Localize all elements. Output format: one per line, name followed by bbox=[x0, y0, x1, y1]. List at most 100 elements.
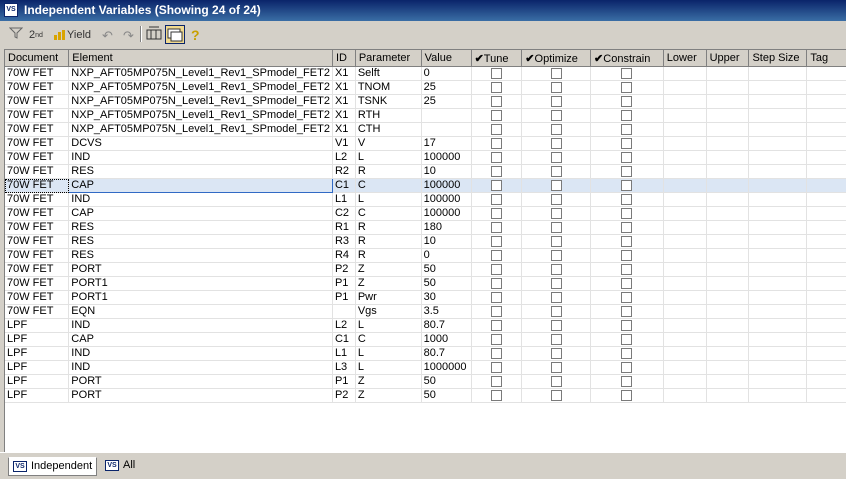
cell-value[interactable]: 80.7 bbox=[421, 318, 472, 333]
cell-document[interactable]: 70W FET bbox=[5, 122, 70, 137]
optimize-checkbox[interactable] bbox=[550, 264, 562, 275]
constrain-checkbox[interactable] bbox=[621, 390, 633, 401]
cell-id[interactable]: P2 bbox=[332, 262, 356, 277]
cell-parameter[interactable]: R bbox=[355, 248, 422, 263]
table-row[interactable]: 70W FET RES R2 R 10 bbox=[5, 164, 846, 179]
cell-step-size[interactable] bbox=[748, 80, 808, 95]
cell-tag[interactable] bbox=[806, 346, 846, 361]
tune-checkbox[interactable] bbox=[490, 68, 502, 79]
cell-lower[interactable] bbox=[663, 178, 707, 193]
cell-id[interactable]: P1 bbox=[332, 276, 356, 291]
cell-element[interactable]: NXP_AFT05MP075N_Level1_Rev1_SPmodel_FET2 bbox=[68, 94, 333, 109]
constrain-checkbox[interactable] bbox=[621, 292, 633, 303]
cell-value[interactable]: 10 bbox=[421, 164, 472, 179]
cell-value[interactable]: 0 bbox=[421, 248, 472, 263]
cell-id[interactable]: X1 bbox=[332, 80, 356, 95]
cell-lower[interactable] bbox=[663, 332, 707, 347]
cell-upper[interactable] bbox=[706, 178, 750, 193]
tune-checkbox[interactable] bbox=[490, 138, 502, 149]
cell-lower[interactable] bbox=[663, 290, 707, 305]
cell-lower[interactable] bbox=[663, 304, 707, 319]
cell-value[interactable]: 100000 bbox=[421, 150, 472, 165]
cell-value[interactable]: 17 bbox=[421, 136, 472, 151]
cell-value[interactable]: 100000 bbox=[421, 192, 472, 207]
table-row[interactable]: 70W FET NXP_AFT05MP075N_Level1_Rev1_SPmod… bbox=[5, 80, 846, 95]
cell-tag[interactable] bbox=[806, 276, 846, 291]
cell-step-size[interactable] bbox=[748, 66, 808, 81]
tune-checkbox[interactable] bbox=[490, 250, 502, 261]
cell-element[interactable]: PORT bbox=[68, 388, 333, 403]
col-id[interactable]: ID bbox=[332, 50, 356, 67]
cell-step-size[interactable] bbox=[748, 374, 808, 389]
cell-step-size[interactable] bbox=[748, 304, 808, 319]
tune-checkbox[interactable] bbox=[490, 82, 502, 93]
cell-id[interactable]: X1 bbox=[332, 108, 356, 123]
cell-step-size[interactable] bbox=[748, 122, 808, 137]
table-row[interactable]: LPF IND L2 L 80.7 bbox=[5, 318, 846, 333]
cell-parameter[interactable]: Z bbox=[355, 374, 422, 389]
cell-element[interactable]: PORT1 bbox=[68, 276, 333, 291]
table-row[interactable]: 70W FET PORT1 P1 Z 50 bbox=[5, 276, 846, 291]
cell-tag[interactable] bbox=[806, 234, 846, 249]
cell-upper[interactable] bbox=[706, 374, 750, 389]
table-row[interactable]: 70W FET RES R3 R 10 bbox=[5, 234, 846, 249]
constrain-checkbox[interactable] bbox=[621, 138, 633, 149]
cell-value[interactable]: 50 bbox=[421, 276, 472, 291]
cell-value[interactable]: 100000 bbox=[421, 206, 472, 221]
cell-element[interactable]: EQN bbox=[68, 304, 333, 319]
cell-id[interactable] bbox=[332, 304, 356, 319]
cell-id[interactable]: L2 bbox=[332, 150, 356, 165]
cell-tag[interactable] bbox=[806, 206, 846, 221]
cell-tag[interactable] bbox=[806, 108, 846, 123]
yield-button[interactable]: Yield bbox=[52, 25, 92, 46]
cell-element[interactable]: DCVS bbox=[68, 136, 333, 151]
cell-value[interactable]: 25 bbox=[421, 80, 472, 95]
cell-step-size[interactable] bbox=[748, 318, 808, 333]
table-row[interactable]: 70W FET PORT P2 Z 50 bbox=[5, 262, 846, 277]
cell-document[interactable]: 70W FET bbox=[5, 136, 70, 151]
cell-upper[interactable] bbox=[706, 346, 750, 361]
tune-checkbox[interactable] bbox=[490, 208, 502, 219]
cell-step-size[interactable] bbox=[748, 192, 808, 207]
cell-document[interactable]: 70W FET bbox=[5, 94, 70, 109]
view-icon[interactable] bbox=[165, 25, 185, 44]
cell-parameter[interactable]: Z bbox=[355, 276, 422, 291]
cell-tag[interactable] bbox=[806, 374, 846, 389]
cell-tag[interactable] bbox=[806, 192, 846, 207]
cell-lower[interactable] bbox=[663, 136, 707, 151]
constrain-checkbox[interactable] bbox=[621, 348, 633, 359]
cell-document[interactable]: LPF bbox=[5, 318, 70, 333]
cell-upper[interactable] bbox=[706, 150, 750, 165]
table-row[interactable]: 70W FET NXP_AFT05MP075N_Level1_Rev1_SPmod… bbox=[5, 108, 846, 123]
cell-lower[interactable] bbox=[663, 388, 707, 403]
cell-lower[interactable] bbox=[663, 248, 707, 263]
cell-element[interactable]: RES bbox=[68, 164, 333, 179]
cell-element[interactable]: NXP_AFT05MP075N_Level1_Rev1_SPmodel_FET2 bbox=[68, 66, 333, 81]
col-constrain[interactable]: ✔Constrain bbox=[590, 50, 664, 67]
col-element[interactable]: Element bbox=[68, 50, 333, 67]
table-row[interactable]: 70W FET RES R4 R 0 bbox=[5, 248, 846, 263]
tune-checkbox[interactable] bbox=[490, 362, 502, 373]
cell-id[interactable]: R2 bbox=[332, 164, 356, 179]
cell-step-size[interactable] bbox=[748, 94, 808, 109]
cell-value[interactable]: 30 bbox=[421, 290, 472, 305]
sort-button[interactable]: 2nd bbox=[28, 25, 44, 46]
undo-icon[interactable]: ↶ bbox=[101, 25, 114, 46]
cell-value[interactable]: 1000000 bbox=[421, 360, 472, 375]
cell-lower[interactable] bbox=[663, 262, 707, 277]
cell-parameter[interactable]: RTH bbox=[355, 108, 422, 123]
cell-upper[interactable] bbox=[706, 332, 750, 347]
cell-document[interactable]: 70W FET bbox=[5, 276, 70, 291]
optimize-checkbox[interactable] bbox=[550, 334, 562, 345]
cell-id[interactable]: R3 bbox=[332, 234, 356, 249]
cell-step-size[interactable] bbox=[748, 108, 808, 123]
cell-lower[interactable] bbox=[663, 276, 707, 291]
tune-checkbox[interactable] bbox=[490, 166, 502, 177]
cell-parameter[interactable]: L bbox=[355, 346, 422, 361]
cell-parameter[interactable]: V bbox=[355, 136, 422, 151]
cell-value[interactable]: 50 bbox=[421, 374, 472, 389]
cell-parameter[interactable]: L bbox=[355, 360, 422, 375]
cell-step-size[interactable] bbox=[748, 136, 808, 151]
cell-upper[interactable] bbox=[706, 206, 750, 221]
cell-upper[interactable] bbox=[706, 164, 750, 179]
